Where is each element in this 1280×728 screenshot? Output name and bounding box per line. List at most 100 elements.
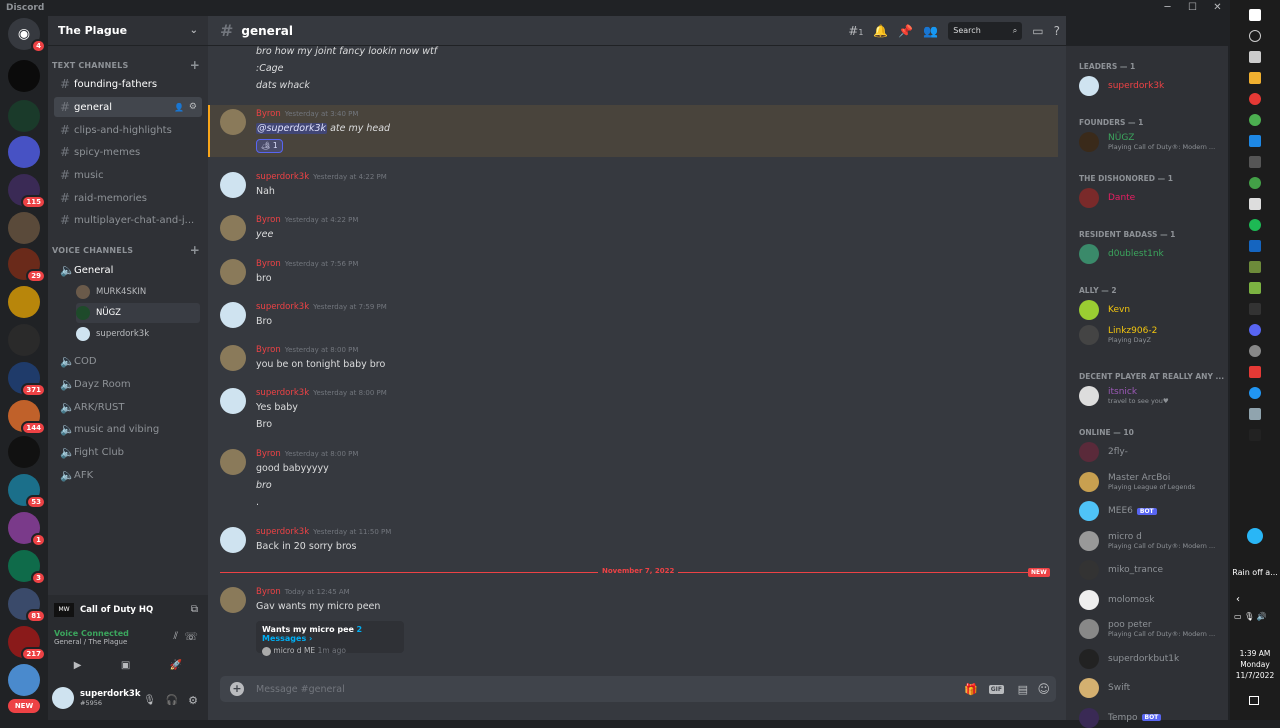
author-name[interactable]: Byron <box>256 109 281 119</box>
xbox-icon[interactable] <box>1249 177 1261 189</box>
disconnect-icon[interactable]: ☏ <box>184 630 198 643</box>
author-name[interactable]: Byron <box>256 259 281 269</box>
gear-icon[interactable]: ⚙ <box>189 102 197 112</box>
vscode-icon[interactable] <box>1249 240 1261 252</box>
spotify-icon[interactable] <box>1249 219 1261 231</box>
server-icon[interactable]: 1 <box>8 512 40 544</box>
server-icon[interactable]: 3 <box>8 550 40 582</box>
channel-general[interactable]: #general👤⚙ <box>54 97 202 117</box>
voice-channels-category[interactable]: VOICE CHANNELS + <box>48 242 208 258</box>
reaction[interactable]: 🏕 1 <box>256 139 283 153</box>
author-name[interactable]: Byron <box>256 587 281 597</box>
member-item[interactable]: Kevn <box>1079 300 1130 320</box>
member-item[interactable]: superdork3k <box>1079 76 1164 96</box>
invite-icon[interactable]: 👤 <box>174 103 184 112</box>
thread-preview[interactable]: Wants my micro pee 2 Messages › micro d … <box>256 621 404 653</box>
voice-channel-general[interactable]: 🔈General <box>54 260 202 280</box>
channel-raid-memories[interactable]: #raid-memories <box>54 188 202 208</box>
file-explorer-icon[interactable] <box>1249 72 1261 84</box>
server-icon[interactable] <box>8 664 40 696</box>
search-input[interactable]: Search⌕ <box>948 22 1022 40</box>
discord-icon[interactable] <box>1249 324 1261 336</box>
member-item[interactable]: MEE6BOT <box>1079 501 1157 521</box>
voice-channel-ark[interactable]: 🔈ARK/RUST <box>54 397 202 417</box>
server-icon[interactable] <box>8 136 40 168</box>
author-name[interactable]: superdork3k <box>256 527 309 537</box>
maximize-icon[interactable]: ☐ <box>1180 0 1205 16</box>
gear-icon[interactable]: ⚙ <box>188 694 198 707</box>
member-item[interactable]: Dante <box>1079 188 1135 208</box>
author-name[interactable]: superdork3k <box>256 388 309 398</box>
threads-icon[interactable]: #1 <box>848 24 863 38</box>
pin-icon[interactable]: 📌 <box>898 24 913 38</box>
server-icon[interactable]: 144 <box>8 400 40 432</box>
channel-multiplayer-chat[interactable]: #multiplayer-chat-and-j... <box>54 210 202 230</box>
server-icon[interactable] <box>8 60 40 92</box>
task-view-icon[interactable] <box>1249 51 1261 63</box>
add-attachment-icon[interactable]: + <box>230 682 244 696</box>
emoji-icon[interactable]: ☺ <box>1037 682 1050 696</box>
voice-user[interactable]: superdork3k <box>76 324 149 344</box>
notifications-icon[interactable] <box>1249 696 1259 705</box>
headphones-icon[interactable]: 🎧 <box>166 695 178 706</box>
server-icon[interactable]: 217 <box>8 626 40 658</box>
activity-rocket-icon[interactable]: 🚀 <box>170 660 182 671</box>
help-icon[interactable]: ? <box>1054 24 1060 38</box>
server-icon[interactable] <box>8 324 40 356</box>
gift-icon[interactable]: 🎁 <box>964 683 978 696</box>
close-icon[interactable]: ✕ <box>1205 0 1230 16</box>
channel-founding-fathers[interactable]: #founding-fathers <box>54 74 202 94</box>
minecraft-icon[interactable] <box>1249 261 1261 273</box>
search-icon[interactable] <box>1249 30 1261 42</box>
server-icon[interactable]: 81 <box>8 588 40 620</box>
author-name[interactable]: superdork3k <box>256 302 309 312</box>
tray-icons[interactable]: ▭ 🎙 🔊 <box>1234 612 1267 621</box>
user-mention[interactable]: @superdork3k <box>256 123 327 134</box>
server-icon[interactable]: 371 <box>8 362 40 394</box>
minimize-icon[interactable]: ─ <box>1155 0 1180 16</box>
author-name[interactable]: Byron <box>256 345 281 355</box>
member-item[interactable]: TempoBOT <box>1079 708 1161 728</box>
chrome-icon[interactable] <box>1249 114 1261 126</box>
user-info[interactable]: superdork3k #5956 <box>52 687 141 709</box>
inbox-icon[interactable]: ▭ <box>1032 24 1043 38</box>
author-name[interactable]: Byron <box>256 449 281 459</box>
voice-channel-fight-club[interactable]: 🔈Fight Club <box>54 442 202 462</box>
voice-user[interactable]: NÜGZ <box>76 303 200 323</box>
video-icon[interactable]: ▶ <box>74 660 82 671</box>
author-name[interactable]: Byron <box>256 215 281 225</box>
app-icon[interactable] <box>1249 429 1261 441</box>
voice-channel-dayz[interactable]: 🔈Dayz Room <box>54 374 202 394</box>
channel-spicy-memes[interactable]: #spicy-memes <box>54 142 202 162</box>
member-item[interactable]: Linkz906-2Playing DayZ <box>1079 325 1157 345</box>
weather-icon[interactable] <box>1247 528 1263 544</box>
server-icon[interactable] <box>8 100 40 132</box>
weather-text[interactable]: Rain off a... <box>1231 568 1279 577</box>
channel-music[interactable]: #music <box>54 165 202 185</box>
member-item[interactable]: molomosk <box>1079 590 1154 610</box>
member-item[interactable]: miko_trance <box>1079 560 1163 580</box>
app-icon[interactable] <box>1249 303 1261 315</box>
member-item[interactable]: Master ArcBoiPlaying League of Legends <box>1079 472 1195 492</box>
activity-row[interactable]: MW Call of Duty HQ <box>54 603 153 617</box>
app-icon[interactable] <box>1249 198 1261 210</box>
server-icon[interactable]: 29 <box>8 248 40 280</box>
obs-icon[interactable] <box>1249 345 1261 357</box>
author-name[interactable]: superdork3k <box>256 172 309 182</box>
server-icon[interactable]: 115 <box>8 174 40 206</box>
home-button[interactable]: ◉ 4 <box>8 18 40 50</box>
steam-icon[interactable] <box>1249 135 1261 147</box>
voice-user[interactable]: MURK4SKIN <box>76 282 146 302</box>
member-item[interactable]: d0ublest1nk <box>1079 244 1164 264</box>
member-item[interactable]: poo peterPlaying Call of Duty®: Modern .… <box>1079 619 1215 639</box>
server-icon[interactable] <box>8 286 40 318</box>
bell-icon[interactable]: 🔔 <box>873 24 888 38</box>
voice-channel-cod[interactable]: 🔈COD <box>54 351 202 371</box>
text-channels-category[interactable]: TEXT CHANNELS + <box>48 57 208 73</box>
new-servers-badge[interactable]: NEW <box>8 699 40 713</box>
member-item[interactable]: NÜGZPlaying Call of Duty®: Modern ... <box>1079 132 1215 152</box>
opera-icon[interactable] <box>1249 93 1261 105</box>
screen-share-icon[interactable]: ⧉ <box>191 604 198 615</box>
server-icon[interactable]: 53 <box>8 474 40 506</box>
windows-icon[interactable] <box>1249 9 1261 21</box>
